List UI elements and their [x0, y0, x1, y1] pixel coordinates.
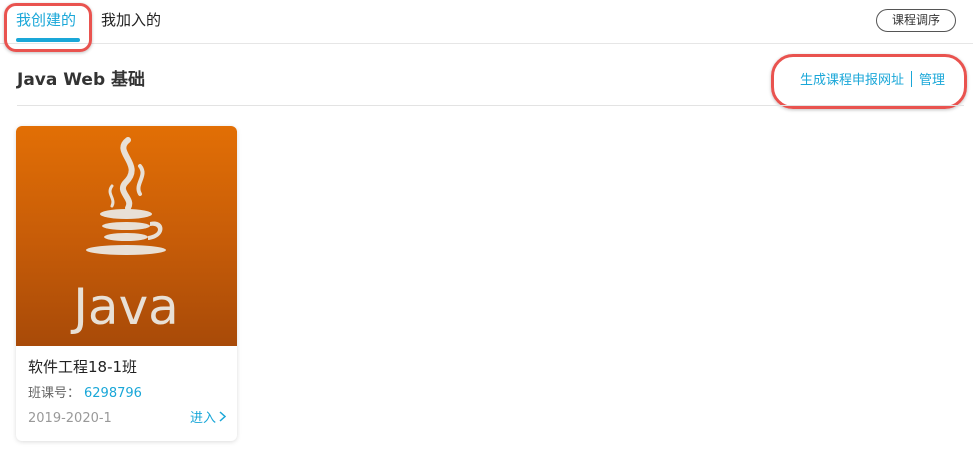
java-coffee-cup-icon: Java [70, 137, 179, 336]
class-code-label: 班课号： [28, 386, 81, 401]
actions-highlight-annotation [771, 54, 967, 109]
course-order-button[interactable]: 课程调序 [876, 9, 956, 32]
chevron-right-icon [219, 410, 227, 428]
tab-bar: 我创建的 我加入的 课程调序 [0, 0, 973, 44]
class-term: 2019-2020-1 [28, 411, 112, 426]
enter-class-link[interactable]: 进入 [189, 410, 227, 428]
class-card[interactable]: Java 软件工程18-1班 班课号： 6298796 2019-2020-1 进… [16, 126, 237, 441]
cover-java-text: Java [70, 278, 179, 336]
section-divider [17, 105, 964, 106]
class-cover-image: Java [16, 126, 237, 346]
tab-joined-by-me[interactable]: 我加入的 [101, 10, 161, 30]
class-code-value: 6298796 [84, 386, 142, 401]
enter-label: 进入 [189, 411, 216, 426]
tab-highlight-annotation [4, 3, 92, 52]
course-title: Java Web 基础 [17, 70, 146, 90]
class-code: 班课号： 6298796 [28, 385, 142, 403]
class-name: 软件工程18-1班 [28, 358, 138, 376]
